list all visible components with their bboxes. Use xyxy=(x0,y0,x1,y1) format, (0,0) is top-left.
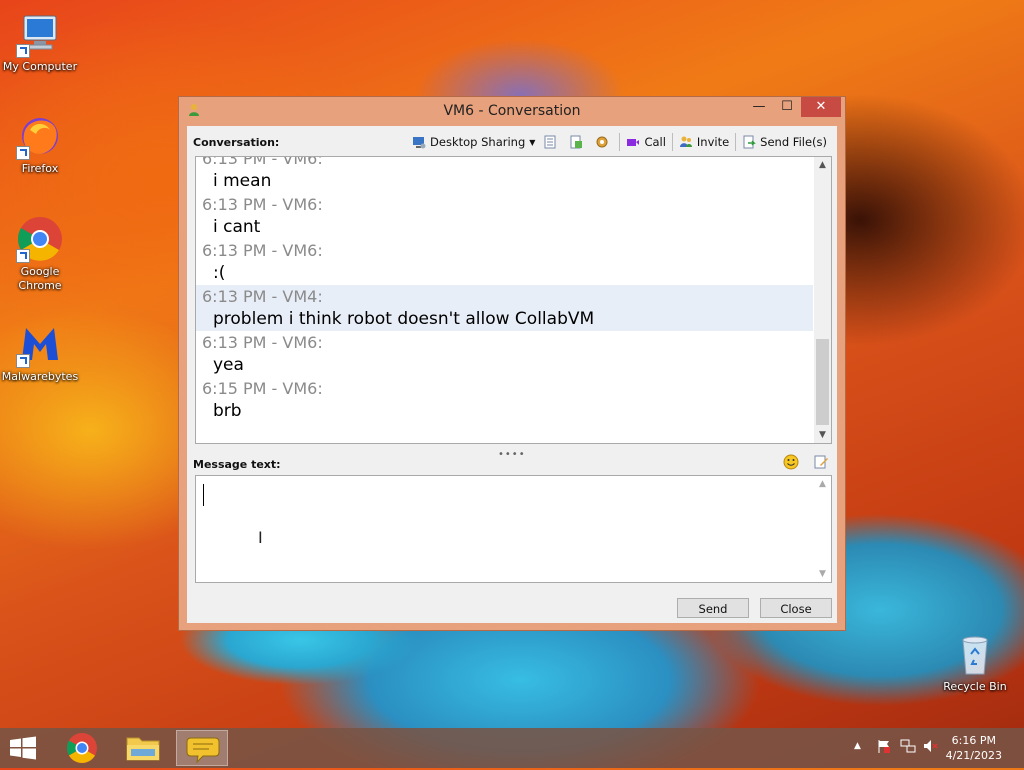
message-timestamp: 6:13 PM - VM6: xyxy=(202,333,323,352)
scroll-down-arrow-icon[interactable]: ▼ xyxy=(814,566,831,582)
scroll-up-arrow-icon[interactable]: ▲ xyxy=(814,476,831,492)
pane-splitter-handle[interactable]: •••• xyxy=(498,449,526,460)
clock-date: 4/21/2023 xyxy=(945,749,1002,762)
message-text: yea xyxy=(213,355,244,375)
send-files-label: Send File(s) xyxy=(760,135,827,149)
volume-muted-icon[interactable] xyxy=(922,738,938,757)
desktop-sharing-icon xyxy=(412,135,426,149)
system-tray: ▲ 6:16 PM 4/21/2023 xyxy=(834,728,1024,768)
toolbar-separator xyxy=(619,133,621,151)
taskbar: ▲ 6:16 PM 4/21/2023 xyxy=(0,728,1024,768)
message-text: i mean xyxy=(213,171,272,191)
send-files-button[interactable]: Send File(s) xyxy=(738,132,831,152)
chrome-icon xyxy=(66,733,97,764)
call-label: Call xyxy=(644,135,666,149)
whiteboard-button[interactable] xyxy=(539,132,565,152)
desktop-icon-label: Google Chrome xyxy=(18,265,62,292)
computer-icon xyxy=(16,10,64,58)
chat-bubble-icon xyxy=(186,737,220,764)
ibeam-cursor-icon: I xyxy=(258,528,263,547)
desktop-sharing-button[interactable]: Desktop Sharing ▼ xyxy=(408,132,539,152)
scroll-up-arrow-icon[interactable]: ▲ xyxy=(814,157,831,173)
message-timestamp: 6:15 PM - VM6: xyxy=(202,379,323,398)
desktop-icon-label: Recycle Bin xyxy=(943,680,1007,693)
text-caret xyxy=(203,484,204,506)
chrome-icon xyxy=(16,215,64,263)
whiteboard-icon xyxy=(543,135,557,149)
desktop-icon-label: My Computer xyxy=(2,60,78,73)
message-entry: 6:13 PM - VM6: :( xyxy=(196,239,813,285)
document-icon xyxy=(569,135,583,149)
activities-button[interactable] xyxy=(591,132,617,152)
desktop-icon-label: Malwarebytes xyxy=(1,370,79,383)
edit-note-icon xyxy=(814,455,828,469)
conversation-label: Conversation: xyxy=(193,136,280,149)
close-button[interactable]: Close xyxy=(760,598,832,618)
firefox-icon xyxy=(16,112,64,160)
window-client-area: Conversation: Desktop Sharing ▼ Call Inv… xyxy=(187,126,837,623)
taskbar-chrome[interactable] xyxy=(56,730,108,766)
taskbar-file-explorer[interactable] xyxy=(117,730,169,766)
history-scrollbar[interactable]: ▲ ▼ xyxy=(814,157,831,443)
start-button[interactable] xyxy=(8,736,38,760)
desktop-icon-malwarebytes[interactable]: Malwarebytes xyxy=(0,320,80,384)
toolbar-separator xyxy=(735,133,737,151)
malwarebytes-icon xyxy=(16,320,64,368)
message-timestamp: 6:13 PM - VM6: xyxy=(202,241,323,260)
emoticon-button[interactable] xyxy=(783,454,799,470)
message-entry: 6:15 PM - VM6: brb xyxy=(196,377,813,423)
input-scrollbar[interactable]: ▲ ▼ xyxy=(814,476,831,582)
message-timestamp: 6:13 PM - VM6: xyxy=(202,156,323,168)
message-entry-highlighted: 6:13 PM - VM4: problem i think robot doe… xyxy=(196,285,813,331)
scroll-down-arrow-icon[interactable]: ▼ xyxy=(814,427,831,443)
message-input[interactable]: I ▲ ▼ xyxy=(195,475,832,583)
desktop-sharing-label: Desktop Sharing xyxy=(430,135,526,149)
message-entry: 6:13 PM - VM6: i mean xyxy=(196,156,813,193)
maximize-button[interactable]: ☐ xyxy=(773,97,801,117)
invite-button[interactable]: Invite xyxy=(675,132,733,152)
desktop-icon-recycle-bin[interactable]: Recycle Bin xyxy=(935,630,1015,694)
message-timestamp: 6:13 PM - VM6: xyxy=(202,195,323,214)
minimize-button[interactable]: — xyxy=(745,97,773,117)
file-transfer-tool-button[interactable] xyxy=(565,132,591,152)
call-button[interactable]: Call xyxy=(622,132,669,152)
invite-label: Invite xyxy=(696,135,730,149)
desktop-icon-google-chrome[interactable]: Google Chrome xyxy=(0,215,80,293)
message-entry: 6:13 PM - VM6: yea xyxy=(196,331,813,377)
send-file-icon xyxy=(742,135,756,149)
conversation-history[interactable]: 6:13 PM - VM6: i mean 6:13 PM - VM6: i c… xyxy=(195,156,832,444)
recycle-bin-icon xyxy=(951,630,999,678)
desktop-icon-firefox[interactable]: Firefox xyxy=(0,112,80,176)
taskbar-messenger[interactable] xyxy=(176,730,228,766)
message-text: :( xyxy=(213,263,226,283)
scrollbar-thumb[interactable] xyxy=(816,339,829,425)
video-camera-icon xyxy=(626,135,640,149)
close-window-button[interactable]: ✕ xyxy=(801,97,841,117)
smiley-icon xyxy=(783,454,799,470)
message-timestamp: 6:13 PM - VM4: xyxy=(202,287,323,306)
conversation-window: VM6 - Conversation — ☐ ✕ Conversation: D… xyxy=(178,96,846,631)
show-hidden-icons-chevron-icon[interactable]: ▲ xyxy=(854,741,861,751)
network-icon[interactable] xyxy=(900,738,916,757)
clock-time: 6:16 PM xyxy=(951,734,996,747)
message-text: brb xyxy=(213,401,242,421)
taskbar-clock[interactable]: 6:16 PM 4/21/2023 xyxy=(946,733,1002,763)
gear-icon xyxy=(595,135,609,149)
chevron-down-icon: ▼ xyxy=(529,137,536,147)
window-titlebar[interactable]: VM6 - Conversation — ☐ ✕ xyxy=(179,97,845,125)
conversation-toolbar: Desktop Sharing ▼ Call Invite Send File(… xyxy=(408,131,831,153)
message-text: problem i think robot doesn't allow Coll… xyxy=(213,309,595,329)
action-center-flag-icon[interactable] xyxy=(876,738,892,757)
users-icon xyxy=(679,135,693,149)
message-text: i cant xyxy=(213,217,261,237)
toolbar-separator xyxy=(671,133,673,151)
message-entry: 6:13 PM - VM6: i cant xyxy=(196,193,813,239)
windows-logo-icon xyxy=(10,736,36,760)
message-text-label: Message text: xyxy=(193,458,281,471)
send-button[interactable]: Send xyxy=(677,598,749,618)
desktop-icon-label: Firefox xyxy=(21,162,59,175)
folder-icon xyxy=(126,737,160,761)
font-format-button[interactable] xyxy=(813,454,829,470)
desktop-icon-my-computer[interactable]: My Computer xyxy=(0,10,80,74)
